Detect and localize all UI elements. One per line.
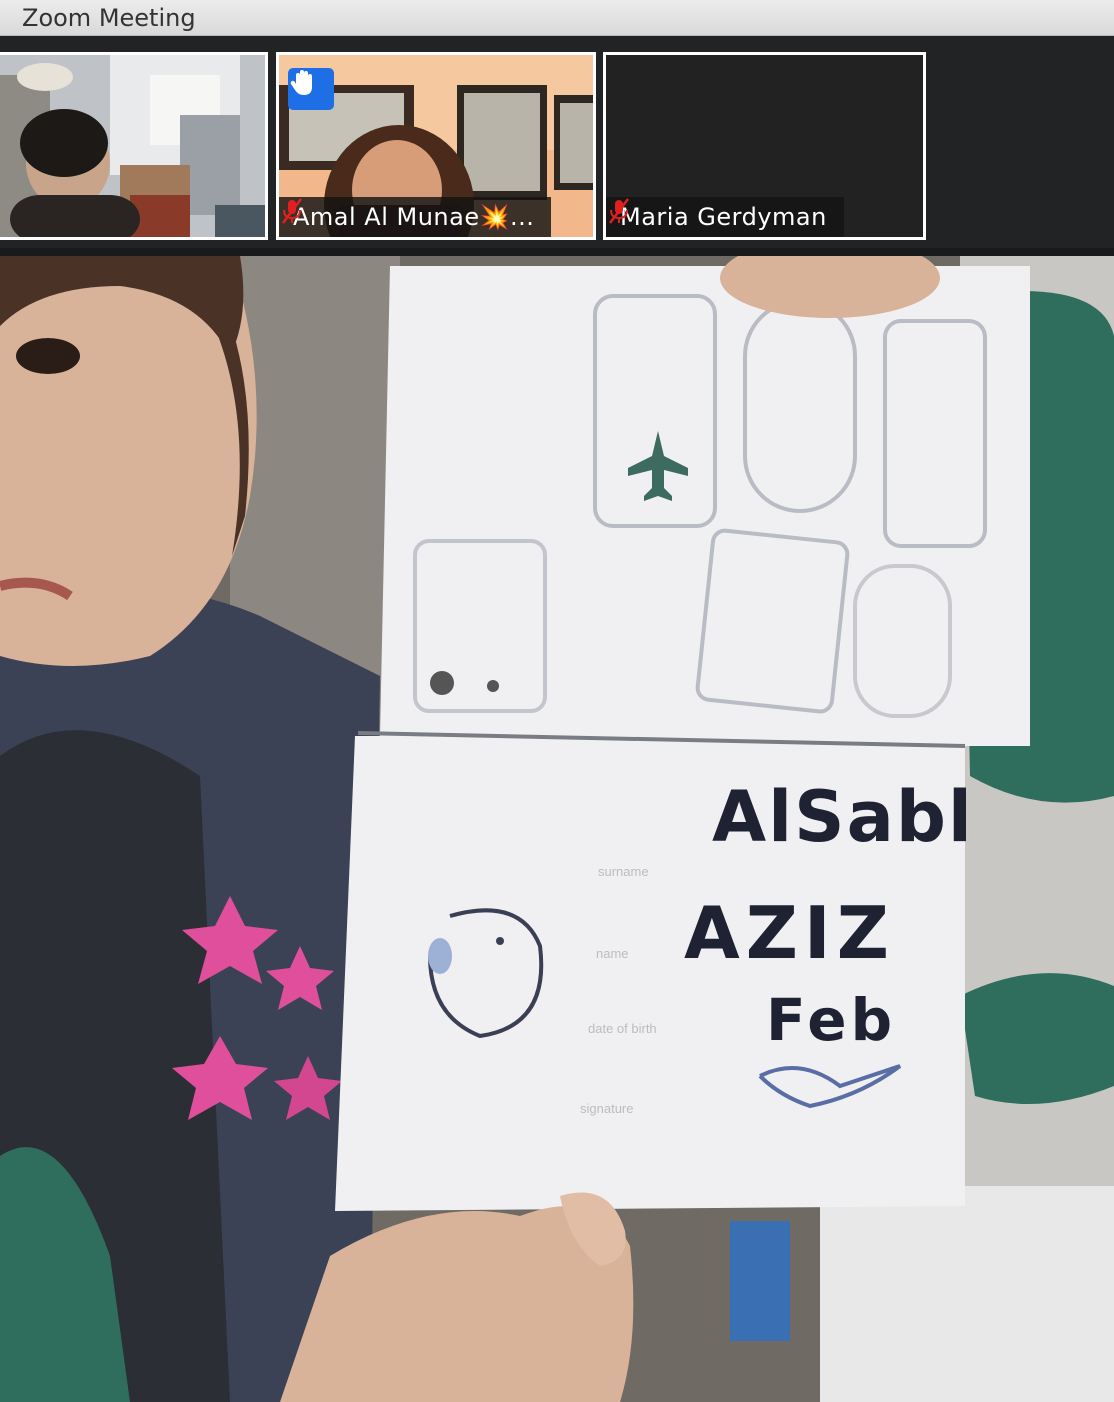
muted-mic-icon [282,198,302,224]
window-title: Zoom Meeting [22,4,196,32]
participant-name: Amal Al Munae💥... [293,203,535,231]
window-titlebar: Zoom Meeting [0,0,1114,36]
form-label-name: name [596,946,629,961]
participant-name-bar-3: Maria Gerdyman [606,197,844,237]
handwritten-dob: Feb [766,986,897,1054]
handwritten-name: AZIZ [684,891,895,975]
participant-video-1 [0,55,265,237]
muted-mic-icon [609,198,629,224]
active-speaker-video[interactable]: surname name date of birth signature AlS… [0,256,1114,1402]
handwritten-surname: AlSabl [712,776,974,858]
form-label-signature: signature [580,1101,634,1116]
participant-name: Maria Gerdyman [620,203,827,231]
form-label-surname: surname [598,864,649,879]
participant-tile-2[interactable]: Amal Al Munae💥... [276,52,596,240]
form-label-date-of-birth: date of birth [588,1021,657,1036]
participant-tile-3[interactable]: Maria Gerdyman [603,52,926,240]
participant-tile-1[interactable] [0,52,268,240]
raised-hand-badge [288,68,334,110]
raised-hand-icon [290,70,312,95]
participant-name-bar-2: Amal Al Munae💥... [279,197,551,237]
